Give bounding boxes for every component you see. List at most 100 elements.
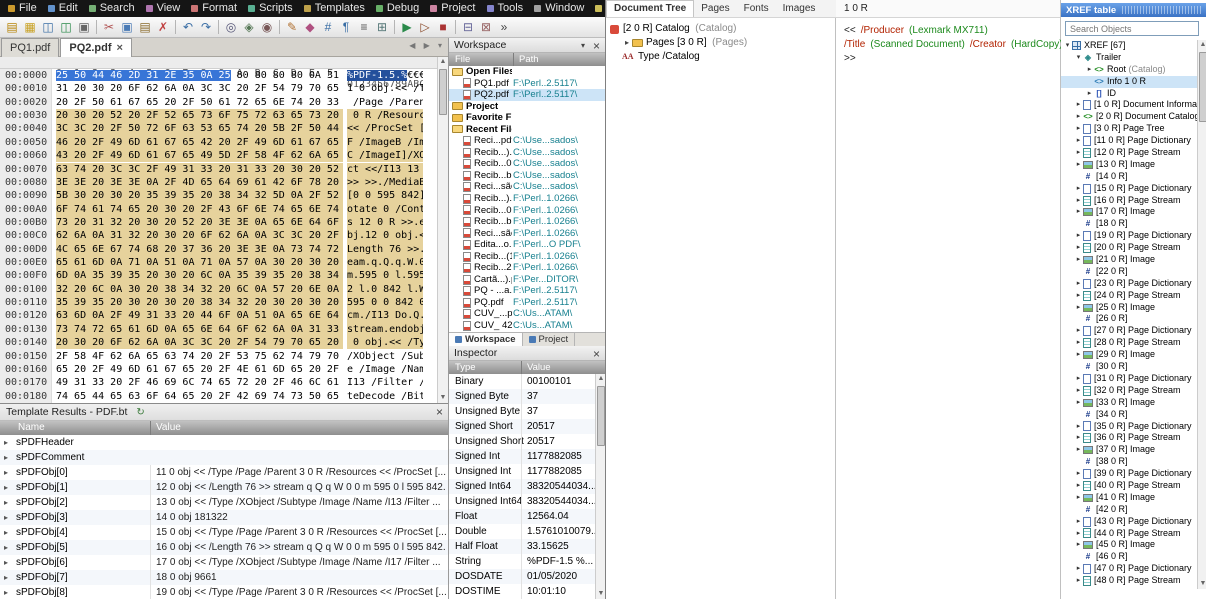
- expand-arrow-icon[interactable]: ▸: [4, 450, 8, 465]
- workspace-item[interactable]: Project: [449, 101, 605, 113]
- inspector-row[interactable]: Signed Byte 37: [449, 389, 605, 404]
- hex-row[interactable]: 00:0120 63 6D 0A 2F 49 31 33 20 44 6F 0A …: [0, 309, 437, 323]
- xref-item[interactable]: # [22 0 R]: [1061, 266, 1197, 278]
- hex-row[interactable]: 00:00C0 62 6A 0A 31 32 20 30 20 6F 62 6A …: [0, 229, 437, 243]
- workspace-item[interactable]: Recib...2.pdfF:\Perl..1.0266\: [449, 262, 605, 274]
- hex-panel[interactable]: 0 1 2 3 4 5 6 7 8 9 A B C D E F 01234567…: [0, 57, 437, 403]
- hex-bytes[interactable]: 62 6A 0A 31 32 20 30 20 6F 62 6A 0A 3C 3…: [56, 229, 343, 243]
- xref-scrollbar[interactable]: ▲ ▼: [1197, 40, 1206, 589]
- expand-arrow-icon[interactable]: ▸: [1074, 337, 1083, 349]
- hex-ascii[interactable]: 0 R /Resources: [347, 109, 423, 123]
- xref-item[interactable]: ▸ [21 0 R] Image: [1061, 254, 1197, 266]
- hex-bytes[interactable]: 74 65 44 65 63 6F 64 65 20 2F 42 69 74 7…: [56, 390, 343, 403]
- template-result-row[interactable]: ▸ sPDFObj[6] 17 0 obj << /Type /XObject /S…: [0, 555, 448, 570]
- hex-bytes[interactable]: 46 20 2F 49 6D 61 67 65 42 20 2F 49 6D 6…: [56, 135, 343, 150]
- hex-row[interactable]: 00:0180 74 65 44 65 63 6F 64 65 20 2F 42 …: [0, 389, 437, 403]
- workspace-item[interactable]: Reci...são0F:\Perl..1.0266\: [449, 228, 605, 240]
- xref-item[interactable]: ▸ [47 0 R] Page Dictionary: [1061, 563, 1197, 575]
- hex-row[interactable]: 00:0090 5B 30 20 30 20 35 39 35 20 38 34 …: [0, 189, 437, 203]
- scroll-up-icon[interactable]: ▲: [596, 374, 605, 384]
- template-result-row[interactable]: ▸ sPDFHeader: [0, 435, 448, 450]
- workspace-item[interactable]: Edita...o.pdfF:\Perl...O PDF\: [449, 239, 605, 251]
- expand-arrow-icon[interactable]: ▸: [1074, 183, 1083, 195]
- template-result-row[interactable]: ▸ sPDFComment: [0, 450, 448, 465]
- scroll-up-icon[interactable]: ▲: [438, 57, 448, 67]
- tab-fonts[interactable]: Fonts: [737, 1, 776, 17]
- scrollbar-thumb[interactable]: [1199, 52, 1206, 122]
- inspector-row[interactable]: Unsigned Short 20517: [449, 434, 605, 449]
- workspace-item[interactable]: CUV_ 42 2...C:\Us...ATAM\: [449, 320, 605, 332]
- scroll-down-icon[interactable]: ▼: [596, 589, 605, 599]
- workspace-item[interactable]: Recib...b.pdfC:\Use...sados\: [449, 170, 605, 182]
- save-icon[interactable]: ◫: [39, 19, 57, 36]
- expand-arrow-icon[interactable]: ▸: [1074, 254, 1083, 266]
- hex-row[interactable]: 00:0110 35 39 35 20 30 20 30 20 38 34 32 …: [0, 296, 437, 310]
- hex-ascii[interactable]: %PDF-1.5.%€€€€.1: [347, 69, 423, 82]
- tab-pages[interactable]: Pages: [694, 1, 736, 17]
- xref-item[interactable]: ▸ [24 0 R] Page Stream: [1061, 290, 1197, 302]
- print-icon[interactable]: ▣: [75, 19, 93, 36]
- inspector-row[interactable]: Signed Int 1177882085: [449, 449, 605, 464]
- hex-bytes[interactable]: 63 6D 0A 2F 49 31 33 20 44 6F 0A 51 0A 6…: [56, 309, 343, 323]
- document-tree-item[interactable]: AA Type /Catalog: [606, 50, 835, 64]
- edit-mode-icon[interactable]: ✎: [283, 19, 301, 36]
- panel-menu-icon[interactable]: ▾: [581, 41, 585, 50]
- xref-item[interactable]: ▸ [40 0 R] Page Stream: [1061, 480, 1197, 492]
- inspector-scrollbar[interactable]: ▲ ▼: [595, 374, 605, 599]
- hex-row[interactable]: 00:0140 20 30 20 6F 62 6A 0A 3C 3C 20 2F …: [0, 336, 437, 350]
- xref-item[interactable]: ▸ <> [2 0 R] Document Catalog: [1061, 111, 1197, 123]
- text-view-icon[interactable]: ¶: [337, 19, 355, 36]
- hex-ascii[interactable]: << /ProcSet [/PD: [347, 122, 423, 136]
- template-result-row[interactable]: ▸ sPDFObj[4] 15 0 obj << /Type /Page /Pare…: [0, 525, 448, 540]
- hex-bytes[interactable]: 3E 3E 20 3E 3E 0A 2F 4D 65 64 69 61 42 6…: [56, 175, 343, 190]
- xref-item[interactable]: ▸ [27 0 R] Page Dictionary: [1061, 325, 1197, 337]
- hex-bytes[interactable]: 25 50 44 46 2D 31 2E 35 0A 25 80 80 80 8…: [56, 69, 343, 82]
- workspace-item[interactable]: PQ1.pdf F:\Perl..2.5117\: [449, 78, 605, 90]
- expand-arrow-icon[interactable]: ▸: [622, 36, 632, 50]
- xref-search-input[interactable]: [1065, 21, 1199, 36]
- expand-arrow-icon[interactable]: ▸: [1085, 88, 1094, 100]
- xref-item[interactable]: ▸ [28 0 R] Page Stream: [1061, 337, 1197, 349]
- hex-row[interactable]: 00:0020 20 2F 50 61 67 65 20 2F 50 61 72 …: [0, 95, 437, 110]
- expand-arrow-icon[interactable]: ▸: [1074, 242, 1083, 254]
- tab-document-tree[interactable]: Document Tree: [606, 0, 695, 17]
- hex-row[interactable]: 00:0150 2F 58 4F 62 6A 65 63 74 20 2F 53 …: [0, 349, 437, 363]
- workspace-item[interactable]: Recib...).pdfF:\Perl..1.0266\: [449, 193, 605, 205]
- expand-arrow-icon[interactable]: ▸: [1074, 563, 1083, 575]
- xref-item[interactable]: # [42 0 R]: [1061, 504, 1197, 516]
- expand-arrow-icon[interactable]: ▸: [1074, 290, 1083, 302]
- template-result-row[interactable]: ▸ sPDFObj[3] 14 0 obj 181322: [0, 510, 448, 525]
- hex-bytes[interactable]: 43 20 2F 49 6D 61 67 65 49 5D 2F 58 4F 6…: [56, 149, 343, 163]
- hex-row[interactable]: 00:0170 49 31 33 20 2F 46 69 6C 74 65 72 …: [0, 376, 437, 390]
- xref-item[interactable]: ▾ XREF [67]: [1061, 40, 1197, 52]
- hex-ascii[interactable]: teDecode /BitsPe: [347, 390, 423, 403]
- hex-bytes[interactable]: 35 39 35 20 30 20 30 20 38 34 32 20 30 2…: [56, 296, 343, 310]
- find-icon[interactable]: ◎: [222, 19, 240, 36]
- hex-ascii[interactable]: e /Image /Name /: [347, 363, 423, 376]
- hex-bytes[interactable]: 31 20 30 20 6F 62 6A 0A 3C 3C 20 2F 54 7…: [56, 82, 343, 95]
- xref-item[interactable]: ▸ [48 0 R] Page Stream: [1061, 575, 1197, 587]
- xref-item[interactable]: ▸ [41 0 R] Image: [1061, 492, 1197, 504]
- expand-arrow-icon[interactable]: ▾: [1063, 40, 1072, 52]
- workspace-item[interactable]: Recib...b.pdfF:\Perl..1.0266\: [449, 216, 605, 228]
- xref-item[interactable]: ▸ [39 0 R] Page Dictionary: [1061, 468, 1197, 480]
- xref-item[interactable]: # [46 0 R]: [1061, 551, 1197, 563]
- tab-close-icon[interactable]: ×: [117, 43, 123, 54]
- expand-arrow-icon[interactable]: ▸: [1074, 325, 1083, 337]
- menu-item-search[interactable]: Search: [85, 0, 142, 17]
- expand-arrow-icon[interactable]: ▸: [4, 570, 8, 585]
- expand-arrow-icon[interactable]: ▸: [1074, 468, 1083, 480]
- workspace-item[interactable]: PQ.pdf F:\Perl..2.5117\: [449, 297, 605, 309]
- menu-item-templates[interactable]: Templates: [300, 0, 372, 17]
- xref-item[interactable]: ▸ [35 0 R] Page Dictionary: [1061, 421, 1197, 433]
- xref-item[interactable]: # [14 0 R]: [1061, 171, 1197, 183]
- open-file-icon[interactable]: ▦: [21, 19, 39, 36]
- xref-item[interactable]: ▸ [1 0 R] Document Informat...: [1061, 99, 1197, 111]
- xref-item[interactable]: ▸ [43 0 R] Page Dictionary: [1061, 516, 1197, 528]
- workspace-item[interactable]: Reci...pdf C:\Use...sados\: [449, 135, 605, 147]
- expand-arrow-icon[interactable]: ▸: [1074, 528, 1083, 540]
- dock-tab-project[interactable]: Project: [523, 333, 576, 346]
- dock-tab-workspace[interactable]: Workspace: [449, 333, 523, 346]
- xref-item[interactable]: ▸ [17 0 R] Image: [1061, 206, 1197, 218]
- hex-ascii[interactable]: 595 0 0 842 0 0: [347, 296, 423, 310]
